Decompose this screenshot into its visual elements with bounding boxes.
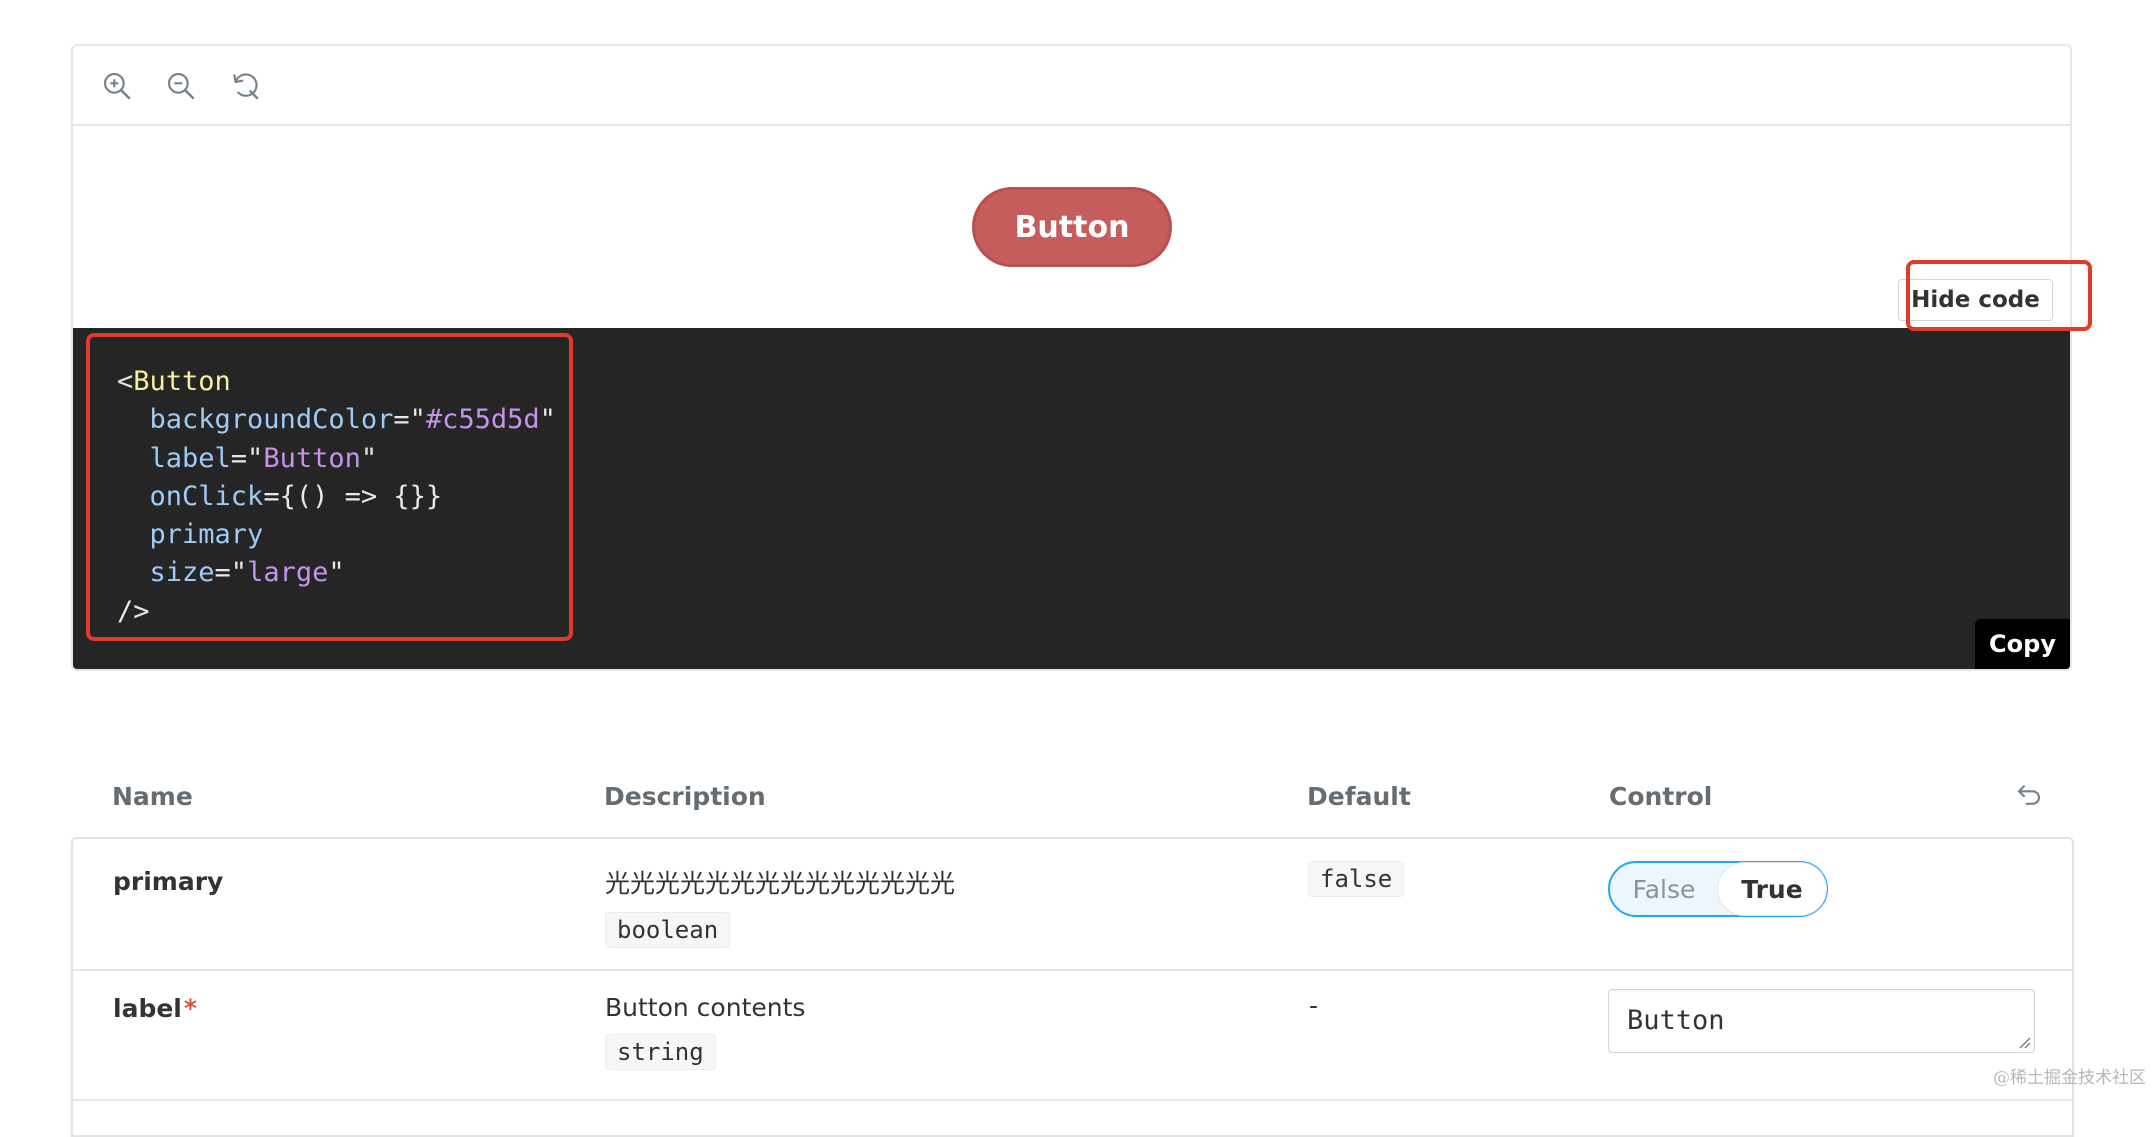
arg-description-cell: Button contents string [605,993,805,1070]
code-snippet: <Button backgroundColor="#c55d5d" label=… [117,363,556,631]
header-name: Name [112,782,193,811]
arg-name: label [113,994,182,1023]
args-table-header: Name Description Default Control [71,770,2072,820]
boolean-toggle[interactable]: False True [1608,861,1828,917]
label-input-value: Button [1627,1005,1725,1036]
arg-type: boolean [605,912,731,948]
copy-button[interactable]: Copy [1975,619,2070,669]
toggle-false-option[interactable]: False [1610,863,1718,915]
zoom-in-icon [103,72,131,100]
arg-default: - [1309,991,1319,1020]
arg-description: Button contents [605,993,806,1022]
header-control: Control [1609,782,1713,811]
code-line: backgroundColor="#c55d5d" [149,404,556,436]
resize-grip-icon[interactable] [2015,1033,2031,1049]
arg-name-cell: label* [113,994,197,1023]
code-line: <Button [117,366,231,397]
header-description: Description [604,782,766,811]
arg-default-cell: false [1308,861,1405,897]
preview-toolbar [73,46,2070,126]
table-row: label* Button contents string - Button [73,969,2072,1101]
arg-default: false [1308,861,1405,897]
reset-zoom-button[interactable] [227,68,263,104]
demo-button[interactable]: Button [972,187,1172,267]
code-line: primary [149,519,264,551]
reset-controls-button[interactable] [2014,780,2044,810]
args-table: primary 光光光光光光光光光光光光光光 boolean false Fal… [71,837,2074,1137]
story-preview: Button Hide code <Button backgroundColor… [71,44,2072,671]
arg-name: primary [113,867,224,896]
watermark: @稀土掘金技术社区 [1993,1068,2146,1088]
arg-type: string [605,1034,716,1070]
code-line: onClick={() => {}} [149,480,443,512]
header-default: Default [1307,782,1411,811]
code-panel: <Button backgroundColor="#c55d5d" label=… [73,328,2070,669]
arg-description: 光光光光光光光光光光光光光光 [605,869,956,898]
zoom-in-button[interactable] [99,68,135,104]
code-line: label="Button" [149,442,378,474]
label-text-input[interactable]: Button [1608,989,2035,1053]
table-row: primary 光光光光光光光光光光光光光光 boolean false Fal… [73,839,2072,971]
code-line: /> [117,595,150,627]
arg-description-cell: 光光光光光光光光光光光光光光 boolean [605,864,955,948]
reset-zoom-icon [233,73,259,100]
hide-code-button[interactable]: Hide code [1898,279,2053,321]
zoom-out-button[interactable] [163,68,199,104]
code-line: size="large" [149,557,345,589]
required-marker: * [183,994,197,1023]
undo-icon [2017,785,2041,805]
zoom-out-icon [167,72,195,100]
toggle-true-option[interactable]: True [1718,863,1826,915]
